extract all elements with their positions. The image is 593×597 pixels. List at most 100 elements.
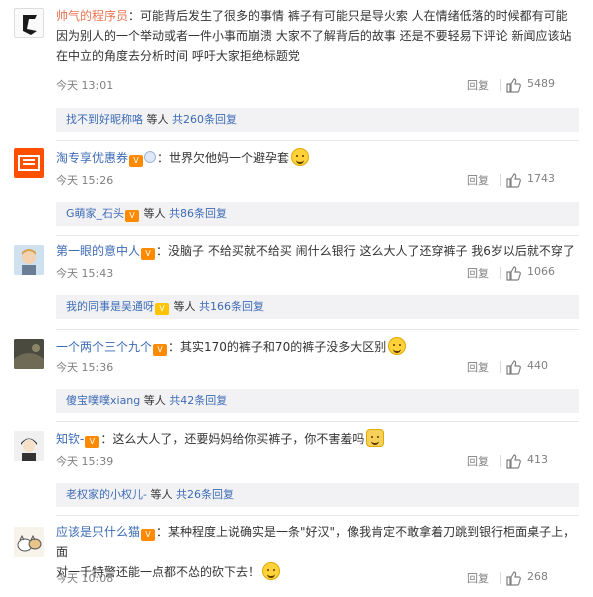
sub-reply-count-link[interactable]: 共26条回复 <box>176 488 234 501</box>
sub-reply-user[interactable]: G萌家_石头 <box>66 207 124 220</box>
vip-badge-icon: V <box>153 344 168 356</box>
separator: ： <box>100 432 113 446</box>
separator: ： <box>157 151 170 165</box>
username-link[interactable]: 知钦- <box>56 432 84 446</box>
comment-text: 没脑子 不给买就不给买 闹什么银行 这么大人了还穿裤子 我6岁以后就不穿了 <box>168 244 575 258</box>
comment-meta: 今天 15:39 回复 413 <box>56 453 579 471</box>
divider <box>56 235 579 236</box>
divider <box>56 140 579 141</box>
sub-reply-mid: 等人 <box>140 394 170 407</box>
reply-button[interactable]: 回复 <box>467 77 489 93</box>
sub-reply-mid: 等人 <box>146 488 176 501</box>
like-count: 1066 <box>527 265 555 278</box>
avatar[interactable] <box>14 8 44 38</box>
separator: ： <box>156 244 169 258</box>
comment-text: 这么大人了，还要妈妈给你买裤子，你不害羞吗 <box>112 432 365 446</box>
avatar[interactable] <box>14 339 44 369</box>
avatar[interactable] <box>14 527 44 557</box>
sub-reply-user[interactable]: 傻宝噗噗xiang <box>66 394 140 407</box>
divider <box>56 515 579 516</box>
reply-button[interactable]: 回复 <box>467 172 489 188</box>
thumbs-up-icon <box>506 173 521 188</box>
timestamp: 今天 15:26 <box>56 174 114 187</box>
reply-button[interactable]: 回复 <box>467 265 489 281</box>
comment-meta: 今天 15:36 回复 440 <box>56 359 579 377</box>
sub-reply-count-link[interactable]: 共166条回复 <box>199 300 264 313</box>
avatar[interactable] <box>14 431 44 461</box>
comment-text: 在中立的角度去分析时间 呼吁大家拒绝标题党 <box>56 49 300 63</box>
sub-reply-count-link[interactable]: 共260条回复 <box>172 113 237 126</box>
like-count: 1743 <box>527 172 555 185</box>
username-link[interactable]: 一个两个三个九个 <box>56 340 152 354</box>
separator: ： <box>168 340 181 354</box>
username-link[interactable]: 帅气的程序员 <box>56 9 128 23</box>
avatar[interactable] <box>14 245 44 275</box>
sub-reply-mid: 等人 <box>170 300 199 313</box>
comment-text: 因为别人的一个举动或者一件小事而崩溃 大家不了解背后的故事 还是不要轻易下评论 … <box>56 29 572 43</box>
sub-reply-count-link[interactable]: 共42条回复 <box>169 394 227 407</box>
reply-button[interactable]: 回复 <box>467 453 489 469</box>
comment-meta: 今天 13:01 回复 5489 <box>56 77 579 95</box>
sub-reply-mid: 等人 <box>140 207 170 220</box>
like-count: 413 <box>527 453 548 466</box>
timestamp: 今天 15:39 <box>56 455 114 468</box>
divider <box>500 361 501 373</box>
vip-badge-icon: V <box>155 303 169 315</box>
comment-meta: 今天 10:08 回复 268 <box>56 570 579 588</box>
sub-reply-mid: 等人 <box>143 113 172 126</box>
sub-reply-user[interactable]: 老权家的小权儿- <box>66 488 147 501</box>
like-count: 268 <box>527 570 548 583</box>
reply-button[interactable]: 回复 <box>467 570 489 586</box>
avatar[interactable] <box>14 148 44 178</box>
sub-reply-user[interactable]: 我的同事是吴通呀 <box>66 300 154 313</box>
timestamp: 今天 15:43 <box>56 267 114 280</box>
comment-body: 第一眼的意中人 V ：没脑子 不给买就不给买 闹什么银行 这么大人了还穿裤子 我6岁… <box>56 241 579 261</box>
divider <box>500 267 501 279</box>
username-link[interactable]: 淘专享优惠券 <box>56 151 128 165</box>
comment-body: 一个两个三个九个 V ：其实170的裤子和70的裤子没多大区别 <box>56 337 579 357</box>
comment-meta: 今天 15:43 回复 1066 <box>56 265 579 283</box>
sub-replies-bar[interactable]: 老权家的小权儿- 等人 共26条回复 <box>56 483 579 507</box>
vip-badge-icon: V <box>141 529 156 541</box>
thumbs-up-icon <box>506 266 521 281</box>
comment-body: 知钦- V ：这么大人了，还要妈妈给你买裤子，你不害羞吗 <box>56 429 579 449</box>
thumbs-up-icon <box>506 360 521 375</box>
vip-badge-icon: V <box>125 210 140 222</box>
smile-emoji-icon <box>291 148 310 166</box>
separator: ： <box>128 9 141 23</box>
comment-body: 淘专享优惠券 V ：世界欠他妈一个避孕套 <box>56 148 579 168</box>
divider <box>500 79 501 91</box>
timestamp: 今天 15:36 <box>56 361 114 374</box>
comment-text: 世界欠他妈一个避孕套 <box>169 151 290 165</box>
separator: ： <box>156 525 169 539</box>
username-link[interactable]: 应该是只什么猫 <box>56 525 140 539</box>
cat-emoji-icon <box>366 429 385 447</box>
timestamp: 今天 10:08 <box>56 572 114 585</box>
comment-meta: 今天 15:26 回复 1743 <box>56 172 579 190</box>
sub-replies-bar[interactable]: G萌家_石头 V 等人 共86条回复 <box>56 202 579 226</box>
thumbs-up-icon <box>506 78 521 93</box>
verified-badge-icon <box>144 151 157 163</box>
comment-text: 其实170的裤子和70的裤子没多大区别 <box>180 340 387 354</box>
sub-reply-user[interactable]: 找不到好昵称咯 <box>66 113 143 126</box>
vip-badge-icon: V <box>141 248 156 260</box>
timestamp: 今天 13:01 <box>56 79 114 92</box>
divider <box>500 572 501 584</box>
divider <box>500 174 501 186</box>
sub-replies-bar[interactable]: 找不到好昵称咯 等人 共260条回复 <box>56 108 579 132</box>
vip-badge-icon: V <box>129 155 144 167</box>
like-count: 440 <box>527 359 548 372</box>
sub-reply-count-link[interactable]: 共86条回复 <box>169 207 227 220</box>
comment-text: 可能背后发生了很多的事情 裤子有可能只是导火索 人在情绪低落的时候都有可能 <box>140 9 568 23</box>
divider <box>56 329 579 330</box>
sub-replies-bar[interactable]: 我的同事是吴通呀 V 等人 共166条回复 <box>56 295 579 319</box>
like-count: 5489 <box>527 77 555 90</box>
divider <box>500 455 501 467</box>
sub-replies-bar[interactable]: 傻宝噗噗xiang 等人 共42条回复 <box>56 389 579 413</box>
shy-emoji-icon <box>388 337 407 355</box>
username-link[interactable]: 第一眼的意中人 <box>56 244 140 258</box>
divider <box>56 421 579 422</box>
comment-body: 帅气的程序员：可能背后发生了很多的事情 裤子有可能只是导火索 人在情绪低落的时候… <box>56 6 579 66</box>
vip-badge-icon: V <box>85 436 100 448</box>
reply-button[interactable]: 回复 <box>467 359 489 375</box>
